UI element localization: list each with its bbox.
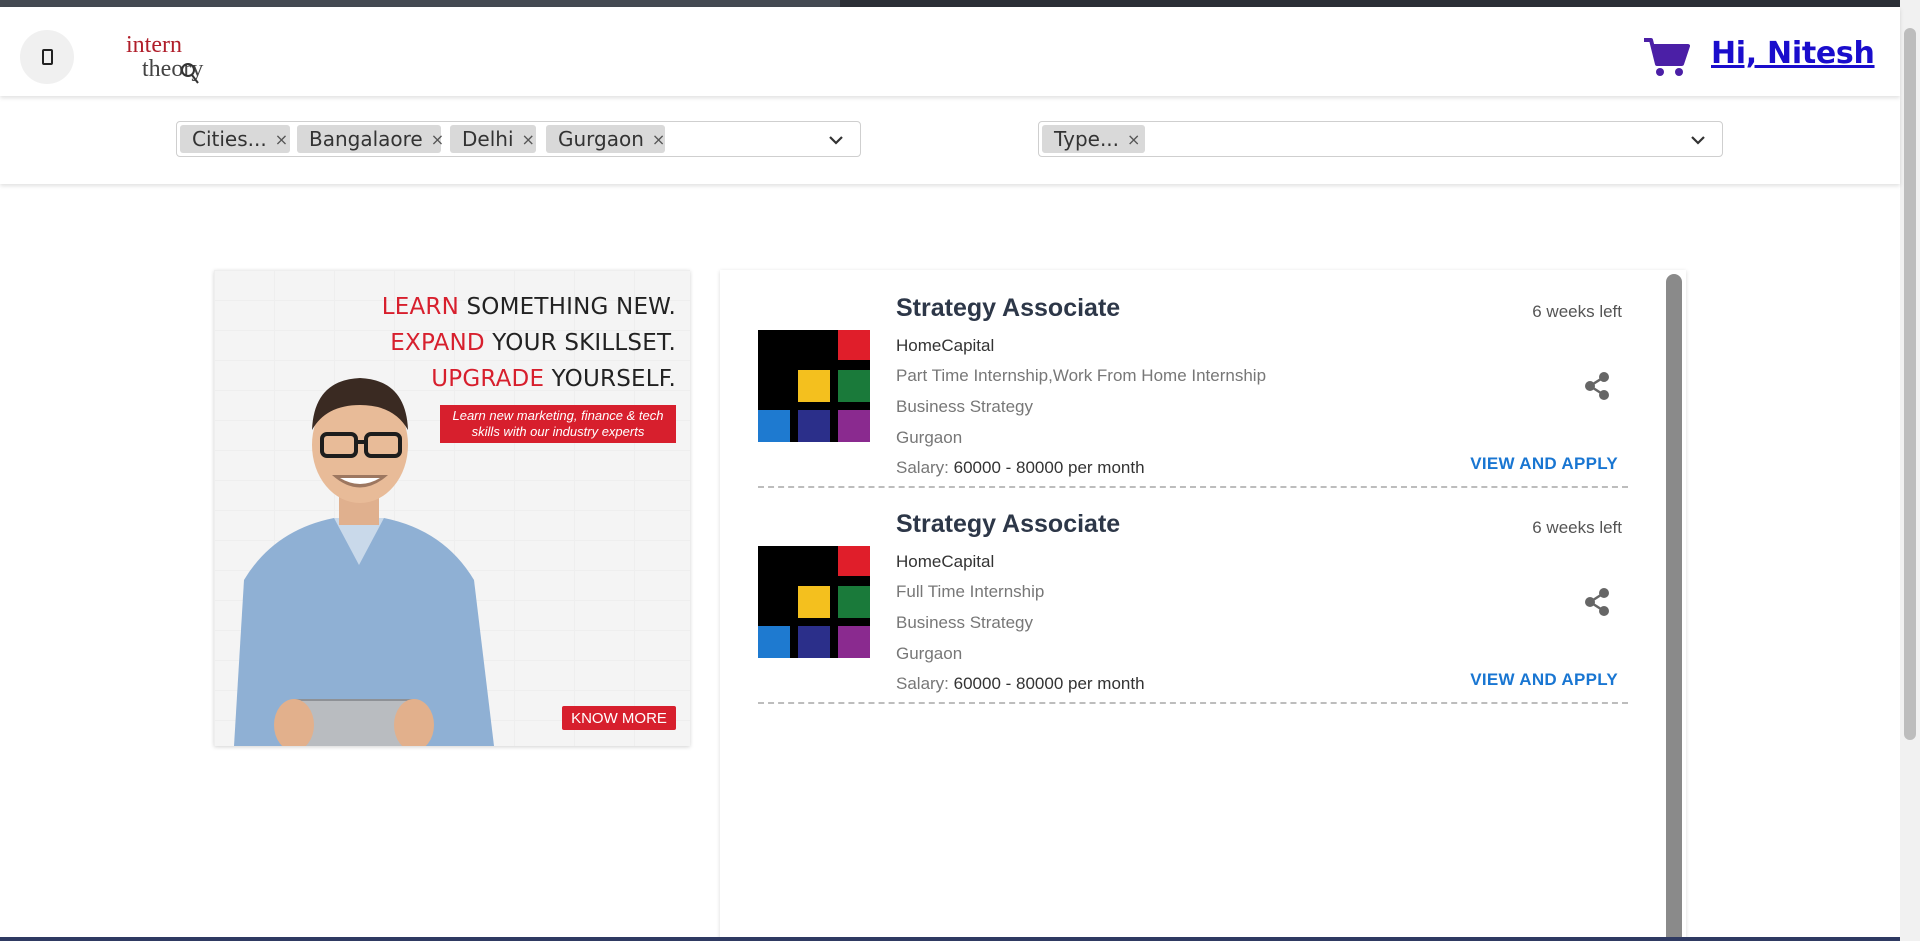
salary-label: Salary: [896, 458, 954, 477]
chip-label: Type... [1054, 127, 1120, 151]
chip-label: Cities... [192, 127, 267, 151]
salary-label: Salary: [896, 674, 954, 693]
banner-line-1-highlight: LEARN [381, 294, 459, 320]
share-icon[interactable] [1584, 372, 1610, 400]
company-name: HomeCapital [896, 336, 995, 355]
user-greeting-link[interactable]: Hi, Nitesh [1711, 36, 1875, 71]
chip-gurgaon: Gurgaon × [546, 125, 665, 153]
strip-segment [0, 0, 840, 7]
company-logo [758, 330, 870, 442]
close-icon[interactable]: × [275, 130, 296, 149]
company-name: HomeCapital [896, 552, 995, 571]
job-card: Strategy Associate HomeCapital Part Time… [758, 270, 1628, 488]
banner-line-2-text: YOUR SKILLSET. [484, 330, 676, 356]
chip-label: Delhi [462, 127, 514, 151]
chip-bangalaore: Bangalaore × [297, 125, 444, 153]
menu-icon [41, 49, 53, 65]
chip-type-placeholder: Type... × [1042, 125, 1145, 153]
job-location: Gurgaon [896, 644, 963, 663]
browser-top-strip [0, 0, 1920, 7]
chip-label: Gurgaon [558, 127, 644, 151]
banner-line-2-highlight: EXPAND [390, 330, 485, 356]
salary-value: 60000 - 80000 per month [953, 458, 1145, 477]
chevron-down-icon[interactable] [826, 130, 846, 150]
type-multiselect[interactable]: Type... × [1038, 121, 1723, 157]
banner-line-3: UPGRADE YOURSELF. [431, 366, 676, 392]
view-and-apply-button[interactable]: VIEW AND APPLY [1470, 454, 1618, 474]
cart-icon[interactable] [1642, 36, 1690, 78]
job-salary: Salary: 60000 - 80000 per month [896, 458, 1145, 478]
cities-multiselect[interactable]: Cities... × Bangalaore × Delhi × Gurgaon… [176, 121, 861, 157]
banner-line-1: LEARN SOMETHING NEW. [382, 294, 676, 320]
know-more-button[interactable]: KNOW MORE [562, 706, 676, 730]
close-icon[interactable]: × [652, 130, 673, 149]
job-category: Business Strategy [896, 613, 1034, 632]
share-icon[interactable] [1584, 588, 1610, 616]
job-card: Strategy Associate HomeCapital Full Time… [758, 486, 1628, 704]
promo-banner[interactable]: LEARN SOMETHING NEW. EXPAND YOUR SKILLSE… [214, 270, 690, 746]
banner-line-2: EXPAND YOUR SKILLSET. [390, 330, 676, 356]
job-salary: Salary: 60000 - 80000 per month [896, 674, 1145, 694]
page-scrollbar[interactable] [1900, 0, 1920, 941]
job-location: Gurgaon [896, 428, 963, 447]
app-header: intern theory Hi, Nitesh [0, 7, 1900, 96]
job-type: Part Time Internship,Work From Home Inte… [896, 366, 1267, 385]
menu-button[interactable] [20, 30, 74, 84]
interntheory-logo[interactable]: intern theory [124, 26, 214, 86]
filter-bar: Cities... × Bangalaore × Delhi × Gurgaon… [0, 96, 1900, 184]
company-logo [758, 546, 870, 658]
job-type: Full Time Internship [896, 582, 1045, 601]
job-results-panel: Strategy Associate HomeCapital Part Time… [720, 270, 1686, 941]
close-icon[interactable]: × [431, 130, 452, 149]
salary-value: 60000 - 80000 per month [953, 674, 1145, 693]
close-icon[interactable]: × [1127, 130, 1148, 149]
banner-line-3-highlight: UPGRADE [431, 366, 545, 392]
time-left: 6 weeks left [1532, 518, 1622, 537]
banner-line-1-text: SOMETHING NEW. [458, 294, 676, 320]
chevron-down-icon[interactable] [1688, 130, 1708, 150]
chip-delhi: Delhi × [450, 125, 536, 153]
time-left: 6 weeks left [1532, 302, 1622, 321]
banner-tagline: Learn new marketing, finance & tech skil… [440, 405, 676, 443]
job-title[interactable]: Strategy Associate [896, 510, 1120, 539]
close-icon[interactable]: × [522, 130, 543, 149]
chip-label: Bangalaore [309, 127, 423, 151]
banner-line-3-text: YOURSELF. [544, 366, 676, 392]
job-category: Business Strategy [896, 397, 1034, 416]
bottom-strip [0, 937, 1900, 941]
page-scrollbar-thumb[interactable] [1904, 28, 1916, 740]
view-and-apply-button[interactable]: VIEW AND APPLY [1470, 670, 1618, 690]
logo-text-top: intern [126, 32, 182, 58]
job-title[interactable]: Strategy Associate [896, 294, 1120, 323]
chip-cities-placeholder: Cities... × [180, 125, 290, 153]
panel-scrollbar[interactable] [1666, 274, 1682, 941]
